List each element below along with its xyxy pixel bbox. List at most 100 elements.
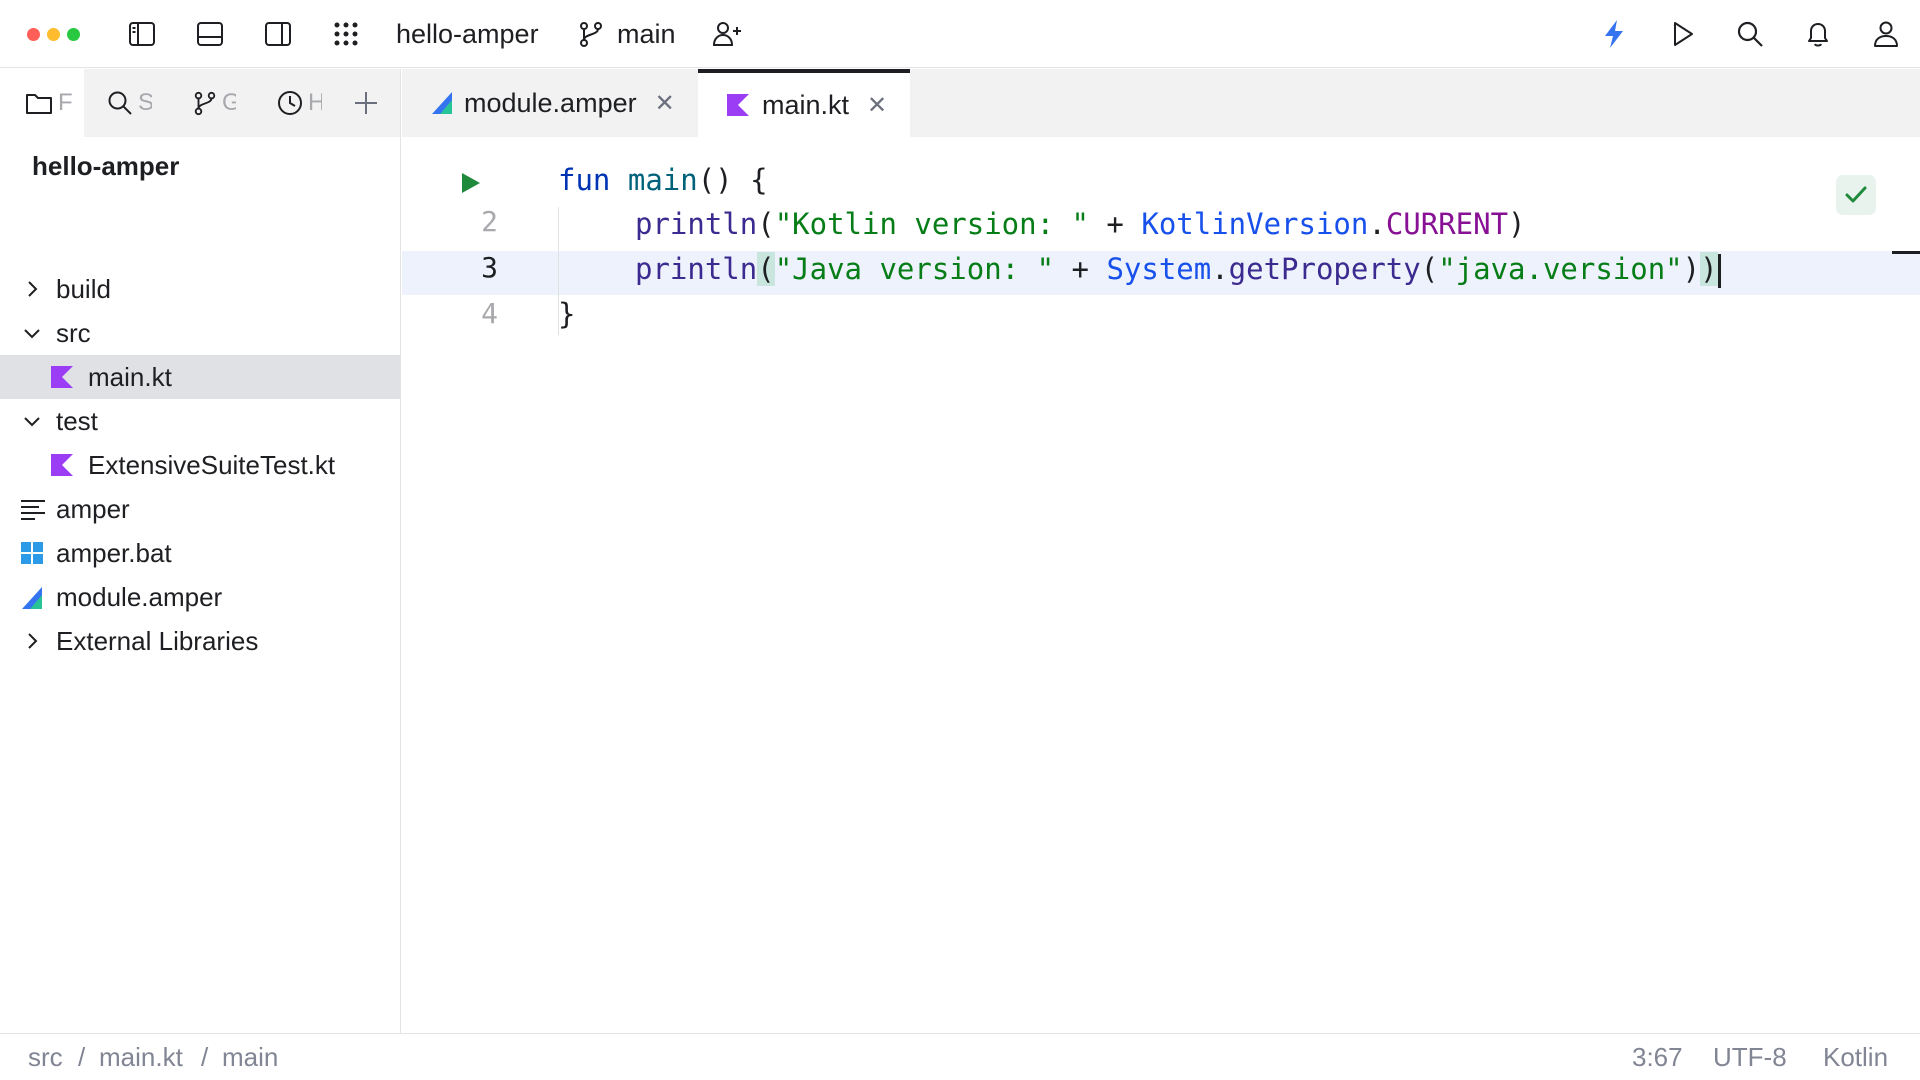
method-name: getProperty xyxy=(1228,252,1421,286)
chevron-down-icon[interactable] xyxy=(22,323,42,343)
folder-icon xyxy=(26,94,52,114)
no-problems-check-icon[interactable] xyxy=(1836,175,1876,215)
toggle-bottom-panel-icon[interactable] xyxy=(192,16,228,52)
tree-item-amper-bat[interactable]: amper.bat xyxy=(0,531,400,575)
matched-bracket: ( xyxy=(757,252,775,286)
caret-position[interactable]: 3:67 xyxy=(1632,1042,1683,1073)
code-line-4: } xyxy=(558,297,575,331)
chevron-right-icon[interactable] xyxy=(22,279,42,299)
chevron-right-icon[interactable] xyxy=(22,631,42,651)
branch-icon[interactable] xyxy=(576,16,606,52)
tool-window-tabs: F S G H xyxy=(0,69,400,137)
tab-main-kt-label: main.kt xyxy=(762,89,850,120)
code-operator: + xyxy=(1088,207,1142,241)
class-name: KotlinVersion xyxy=(1141,207,1369,241)
keyword-fun: fun xyxy=(558,163,611,197)
project-name[interactable]: hello-amper xyxy=(396,16,539,52)
line-number: 2 xyxy=(481,205,498,238)
add-tab-button[interactable] xyxy=(352,69,392,137)
tree-item-label: main.kt xyxy=(88,361,172,392)
close-tab-icon[interactable]: ✕ xyxy=(655,89,675,118)
call-println: println xyxy=(635,252,758,286)
function-name: main xyxy=(627,163,698,197)
branch-icon xyxy=(194,91,216,116)
chevron-down-icon[interactable] xyxy=(22,411,42,431)
run-main-gutter-icon[interactable] xyxy=(458,171,482,200)
tab-history-label: H xyxy=(308,89,322,116)
minimize-window-button[interactable] xyxy=(47,28,60,41)
tab-history[interactable]: H xyxy=(276,69,336,137)
tree-item-label: src xyxy=(56,317,91,348)
tree-item-test[interactable]: test xyxy=(0,399,400,443)
close-window-button[interactable] xyxy=(27,28,40,41)
profile-icon[interactable] xyxy=(1868,16,1904,52)
line-number: 4 xyxy=(481,297,498,330)
tab-main-kt[interactable]: main.kt ✕ xyxy=(698,69,910,137)
toggle-right-panel-icon[interactable] xyxy=(260,16,296,52)
tree-item-main-kt[interactable]: main.kt xyxy=(0,355,400,399)
kotlin-file-icon xyxy=(50,453,74,477)
breadcrumb-function[interactable]: main xyxy=(222,1042,278,1073)
file-encoding[interactable]: UTF-8 xyxy=(1713,1042,1787,1073)
project-tool-window: F S G H hello-amper build src main.kt test E… xyxy=(0,69,401,1033)
code-operator: + xyxy=(1054,252,1107,286)
close-tab-icon[interactable]: ✕ xyxy=(867,91,887,120)
search-icon[interactable] xyxy=(1732,16,1768,52)
scrollbar-caret-marker[interactable] xyxy=(1892,251,1920,254)
amper-icon xyxy=(20,585,44,609)
breadcrumb-file[interactable]: main.kt xyxy=(99,1042,183,1073)
code-punct: ( xyxy=(1420,252,1439,286)
code-line-3: println("Java version: " + System.getPro… xyxy=(635,252,1721,288)
tree-item-extensivesuitetest-kt[interactable]: ExtensiveSuiteTest.kt xyxy=(0,443,400,487)
run-icon[interactable] xyxy=(1664,16,1700,52)
tree-item-label: ExtensiveSuiteTest.kt xyxy=(88,449,336,480)
bell-icon[interactable] xyxy=(1800,16,1836,52)
code-editor[interactable]: 2 3 4 fun main() { println("Kotlin versi… xyxy=(402,137,1920,1033)
code-punct: () { xyxy=(697,163,768,197)
string-literal: "Java version: " xyxy=(774,252,1055,286)
zoom-window-button[interactable] xyxy=(67,28,80,41)
tree-item-label: build xyxy=(56,273,111,304)
code-punct: . xyxy=(1368,207,1386,241)
tree-item-label: External Libraries xyxy=(56,625,259,656)
tab-search-label: S xyxy=(138,89,152,116)
status-bar: src / main.kt / main 3:67 UTF-8 Kotlin xyxy=(0,1033,1920,1080)
tree-item-src[interactable]: src xyxy=(0,311,400,355)
tab-files[interactable]: F xyxy=(0,69,84,137)
kotlin-file-icon xyxy=(727,94,749,116)
tab-module-amper-label: module.amper xyxy=(464,87,637,118)
breadcrumb-src[interactable]: src xyxy=(28,1042,63,1073)
code-punct: } xyxy=(558,297,576,331)
breadcrumb-separator: / xyxy=(201,1042,209,1072)
branch-name[interactable]: main xyxy=(617,16,676,52)
lightning-icon[interactable] xyxy=(1596,16,1632,52)
clock-icon xyxy=(278,91,302,115)
class-name: System xyxy=(1106,252,1212,286)
editor-tab-bar: module.amper ✕ main.kt ✕ xyxy=(402,69,1920,137)
code-punct: . xyxy=(1211,252,1229,286)
tree-item-label: test xyxy=(56,405,98,436)
code-punct: ( xyxy=(757,207,775,241)
search-icon xyxy=(108,91,132,115)
project-title: hello-amper xyxy=(32,151,180,181)
plus-icon xyxy=(355,92,377,114)
text-file-icon xyxy=(20,497,45,521)
file-language[interactable]: Kotlin xyxy=(1823,1042,1888,1073)
add-user-icon[interactable] xyxy=(709,16,745,52)
tab-files-label: F xyxy=(58,89,72,116)
tree-item-external-libraries[interactable]: External Libraries xyxy=(0,619,400,663)
tab-module-amper[interactable]: module.amper ✕ xyxy=(402,69,698,137)
constant-name: CURRENT xyxy=(1385,207,1509,241)
tree-item-build[interactable]: build xyxy=(0,267,400,311)
tree-item-module-amper[interactable]: module.amper xyxy=(0,575,400,619)
breadcrumb-separator: / xyxy=(78,1042,86,1072)
tab-git[interactable]: G xyxy=(192,69,252,137)
code-line-1: fun main() { xyxy=(558,163,768,197)
apps-grid-icon[interactable] xyxy=(328,16,364,52)
tab-search[interactable]: S xyxy=(106,69,166,137)
title-bar: hello-amper main xyxy=(0,0,1920,68)
toggle-left-panel-icon[interactable] xyxy=(124,16,160,52)
amper-icon xyxy=(432,92,452,114)
line-number-current: 3 xyxy=(481,251,498,284)
tree-item-amper[interactable]: amper xyxy=(0,487,400,531)
